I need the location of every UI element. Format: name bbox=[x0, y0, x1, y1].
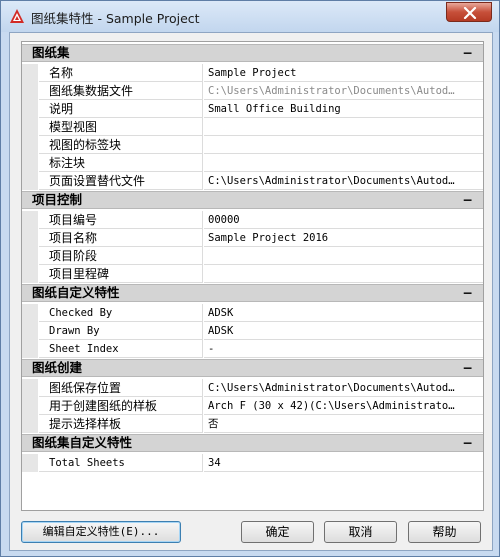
property-row[interactable]: 项目里程碑 bbox=[22, 265, 483, 283]
row-gutter bbox=[22, 247, 38, 265]
row-gutter bbox=[22, 340, 38, 358]
property-value[interactable] bbox=[204, 136, 483, 154]
property-row[interactable]: 图纸集数据文件 C:\Users\Administrator\Documents\… bbox=[22, 82, 483, 100]
section-header[interactable]: 图纸创建 − bbox=[22, 359, 483, 377]
property-value[interactable]: - bbox=[204, 340, 483, 358]
edit-custom-properties-button[interactable]: 编辑自定义特性(E)... bbox=[21, 521, 181, 543]
property-name: 提示选择样板 bbox=[39, 415, 203, 433]
close-icon bbox=[463, 7, 477, 19]
row-gutter bbox=[22, 172, 38, 190]
collapse-icon[interactable]: − bbox=[463, 192, 473, 208]
property-value[interactable]: Sample Project bbox=[204, 64, 483, 82]
property-row[interactable]: 说明 Small Office Building bbox=[22, 100, 483, 118]
property-row[interactable]: 视图的标签块 bbox=[22, 136, 483, 154]
property-value[interactable]: 34 bbox=[204, 454, 483, 472]
property-value[interactable] bbox=[204, 118, 483, 136]
close-button[interactable] bbox=[446, 2, 492, 22]
property-name: 页面设置替代文件 bbox=[39, 172, 203, 190]
property-value[interactable]: Small Office Building bbox=[204, 100, 483, 118]
property-name: 项目名称 bbox=[39, 229, 203, 247]
property-row[interactable]: Total Sheets 34 bbox=[22, 454, 483, 472]
row-gutter bbox=[22, 82, 38, 100]
property-row[interactable]: 名称 Sample Project bbox=[22, 64, 483, 82]
property-grid: 图纸集 − 名称 Sample Project 图纸集数据文件 C:\Users\Admi… bbox=[21, 41, 484, 511]
section-title: 图纸自定义特性 bbox=[32, 285, 120, 300]
property-value[interactable]: Sample Project 2016 bbox=[204, 229, 483, 247]
section-title: 图纸创建 bbox=[32, 360, 83, 375]
property-name: Drawn By bbox=[39, 322, 203, 340]
property-name: 图纸集数据文件 bbox=[39, 82, 203, 100]
autocad-logo-icon bbox=[9, 8, 25, 24]
property-value[interactable]: Arch F (30 x 42)(C:\Users\Administrato… bbox=[204, 397, 483, 415]
property-name: 用于创建图纸的样板 bbox=[39, 397, 203, 415]
cancel-button[interactable]: 取消 bbox=[324, 521, 397, 543]
row-gutter bbox=[22, 265, 38, 283]
property-name: 模型视图 bbox=[39, 118, 203, 136]
property-name: Checked By bbox=[39, 304, 203, 322]
section-title: 图纸集 bbox=[32, 45, 70, 60]
collapse-icon[interactable]: − bbox=[463, 435, 473, 451]
property-name: 图纸保存位置 bbox=[39, 379, 203, 397]
property-row[interactable]: 项目阶段 bbox=[22, 247, 483, 265]
property-value[interactable] bbox=[204, 154, 483, 172]
row-gutter bbox=[22, 100, 38, 118]
row-gutter bbox=[22, 415, 38, 433]
property-row[interactable]: 项目名称 Sample Project 2016 bbox=[22, 229, 483, 247]
property-value[interactable]: C:\Users\Administrator\Documents\Autod… bbox=[204, 82, 483, 100]
property-name: 项目阶段 bbox=[39, 247, 203, 265]
row-gutter bbox=[22, 136, 38, 154]
dialog-client-area: 图纸集 − 名称 Sample Project 图纸集数据文件 C:\Users\Admi… bbox=[9, 32, 493, 551]
property-row[interactable]: 图纸保存位置 C:\Users\Administrator\Documents\A… bbox=[22, 379, 483, 397]
row-gutter bbox=[22, 454, 38, 472]
property-row[interactable]: 页面设置替代文件 C:\Users\Administrator\Documents… bbox=[22, 172, 483, 190]
property-value[interactable] bbox=[204, 265, 483, 283]
property-value[interactable]: 00000 bbox=[204, 211, 483, 229]
property-name: Total Sheets bbox=[39, 454, 203, 472]
row-gutter bbox=[22, 229, 38, 247]
section-header[interactable]: 图纸集自定义特性 − bbox=[22, 434, 483, 452]
property-name: 视图的标签块 bbox=[39, 136, 203, 154]
property-value[interactable] bbox=[204, 247, 483, 265]
collapse-icon[interactable]: − bbox=[463, 360, 473, 376]
section-header[interactable]: 图纸集 − bbox=[22, 44, 483, 62]
property-row[interactable]: 提示选择样板否 bbox=[22, 415, 483, 433]
help-button[interactable]: 帮助 bbox=[408, 521, 481, 543]
row-gutter bbox=[22, 322, 38, 340]
property-value[interactable]: ADSK bbox=[204, 304, 483, 322]
row-gutter bbox=[22, 304, 38, 322]
property-value[interactable]: C:\Users\Administrator\Documents\Autod… bbox=[204, 172, 483, 190]
row-gutter bbox=[22, 379, 38, 397]
property-row[interactable]: 模型视图 bbox=[22, 118, 483, 136]
property-name: 项目里程碑 bbox=[39, 265, 203, 283]
property-value[interactable]: 否 bbox=[204, 415, 483, 433]
property-value[interactable]: C:\Users\Administrator\Documents\Autod… bbox=[204, 379, 483, 397]
section-header[interactable]: 图纸自定义特性 − bbox=[22, 284, 483, 302]
row-gutter bbox=[22, 118, 38, 136]
property-row[interactable]: Sheet Index - bbox=[22, 340, 483, 358]
row-gutter bbox=[22, 397, 38, 415]
property-name: 标注块 bbox=[39, 154, 203, 172]
property-row[interactable]: 用于创建图纸的样板 Arch F (30 x 42)(C:\Users\Admin… bbox=[22, 397, 483, 415]
row-gutter bbox=[22, 64, 38, 82]
property-name: 名称 bbox=[39, 64, 203, 82]
property-row[interactable]: 标注块 bbox=[22, 154, 483, 172]
title-bar[interactable]: 图纸集特性 - Sample Project bbox=[1, 1, 499, 32]
property-name: Sheet Index bbox=[39, 340, 203, 358]
collapse-icon[interactable]: − bbox=[463, 285, 473, 301]
ok-button[interactable]: 确定 bbox=[241, 521, 314, 543]
property-name: 说明 bbox=[39, 100, 203, 118]
row-gutter bbox=[22, 211, 38, 229]
property-name: 项目编号 bbox=[39, 211, 203, 229]
property-row[interactable]: 项目编号 00000 bbox=[22, 211, 483, 229]
property-value[interactable]: ADSK bbox=[204, 322, 483, 340]
property-row[interactable]: Drawn By ADSK bbox=[22, 322, 483, 340]
section-title: 图纸集自定义特性 bbox=[32, 435, 133, 450]
property-row[interactable]: Checked By ADSK bbox=[22, 304, 483, 322]
dialog-window: 图纸集特性 - Sample Project 图纸集 − 名称 Sample Proj… bbox=[0, 0, 500, 557]
window-title: 图纸集特性 - Sample Project bbox=[31, 11, 200, 26]
collapse-icon[interactable]: − bbox=[463, 45, 473, 61]
row-gutter bbox=[22, 154, 38, 172]
section-title: 项目控制 bbox=[32, 192, 83, 207]
section-header[interactable]: 项目控制 − bbox=[22, 191, 483, 209]
